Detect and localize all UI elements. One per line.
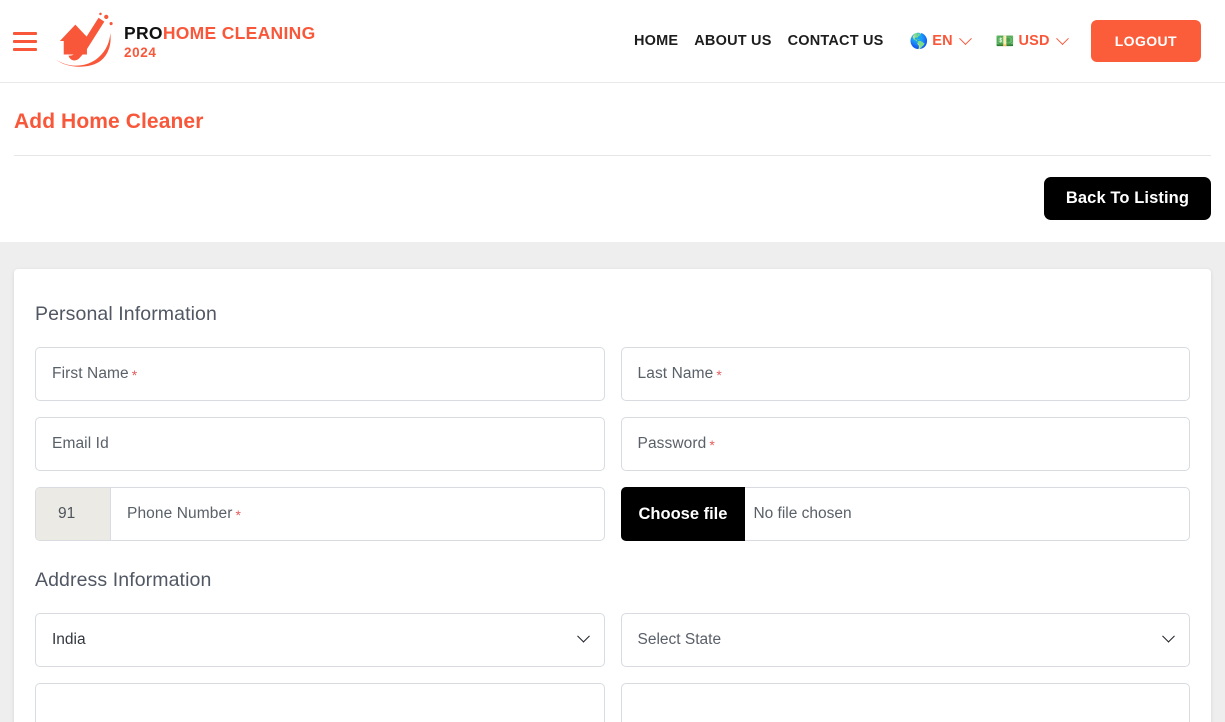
back-to-listing-button[interactable]: Back To Listing [1043,177,1211,220]
currency-label: USD [1018,33,1050,49]
state-selected-value: Select State [637,631,722,648]
password-placeholder: Password [637,435,707,452]
last-name-required-marker: * [716,367,722,383]
nav-item-about-us[interactable]: ABOUT US [686,27,779,55]
chevron-down-icon [958,31,972,45]
country-select[interactable]: India [35,613,605,667]
page-body: Personal Information First Name * Last N… [0,242,1225,722]
address-information-heading: Address Information [35,569,212,591]
first-name-input[interactable]: First Name * [35,347,605,401]
logout-button[interactable]: LOGOUT [1090,20,1201,62]
phone-number-placeholder: Phone Number [127,505,233,522]
file-chosen-status: No file chosen [753,505,852,522]
form-row-phone-file: 91 Phone Number * Choose file No file ch… [35,487,1190,541]
site-header: PROHOME CLEANING 2024 HOME ABOUT US CONT… [0,0,1225,83]
email-input[interactable]: Email Id [35,417,605,471]
brand-name-text: HOME CLEANING [162,22,316,43]
city-input[interactable] [35,683,605,722]
first-name-required-marker: * [131,367,138,383]
nav-item-home[interactable]: HOME [626,27,686,55]
form-row-credentials: Email Id Password * [35,417,1190,471]
main-navigation: HOME ABOUT US CONTACT US 🌎 EN 💵 USD LOGO… [626,20,1201,62]
last-name-input[interactable]: Last Name * [620,347,1190,401]
zipcode-input[interactable] [620,683,1190,722]
phone-country-code[interactable]: 91 [36,488,111,540]
add-home-cleaner-form-card: Personal Information First Name * Last N… [14,269,1211,722]
first-name-placeholder: First Name [52,365,129,382]
brand-pro-text: PRO [124,22,163,43]
currency-selector[interactable]: 💵 USD [988,27,1075,55]
action-bar: Back To Listing [0,156,1225,242]
password-input[interactable]: Password * [620,417,1190,471]
form-row-country-state: India Select State [35,613,1190,667]
form-row-address-lines [35,683,1190,722]
country-selected-value: India [52,631,86,648]
hamburger-icon[interactable] [10,26,40,56]
language-selector[interactable]: 🌎 EN [902,27,978,55]
house-broom-logo-icon [56,12,113,67]
hamburger-bar [13,31,37,35]
chevron-down-icon [576,629,590,643]
password-required-marker: * [709,437,715,453]
personal-information-heading: Personal Information [35,303,217,325]
phone-required-marker: * [235,507,241,523]
last-name-placeholder: Last Name [637,365,714,382]
page-title-bar: Add Home Cleaner [0,83,1225,134]
page-title: Add Home Cleaner [14,110,204,133]
brand-year-text: 2024 [124,44,157,60]
language-label: EN [932,33,953,49]
phone-number-input[interactable]: Phone Number * [111,488,604,540]
state-select[interactable]: Select State [620,613,1190,667]
chevron-down-icon [1162,629,1175,643]
hamburger-bar [13,47,37,51]
money-icon: 💵 [995,32,1015,50]
email-placeholder: Email Id [52,435,109,452]
phone-number-group: 91 Phone Number * [35,487,605,541]
brand-wordmark: PROHOME CLEANING 2024 [124,23,315,60]
choose-file-button[interactable]: Choose file [620,487,746,541]
form-row-name: First Name * Last Name * [35,347,1190,401]
hamburger-bar [13,39,37,43]
nav-item-contact-us[interactable]: CONTACT US [780,27,892,55]
chevron-down-icon [1055,31,1069,45]
globe-icon: 🌎 [909,32,929,50]
profile-image-file-input[interactable]: Choose file No file chosen [620,487,1190,541]
brand-logo[interactable]: PROHOME CLEANING 2024 [54,12,315,70]
